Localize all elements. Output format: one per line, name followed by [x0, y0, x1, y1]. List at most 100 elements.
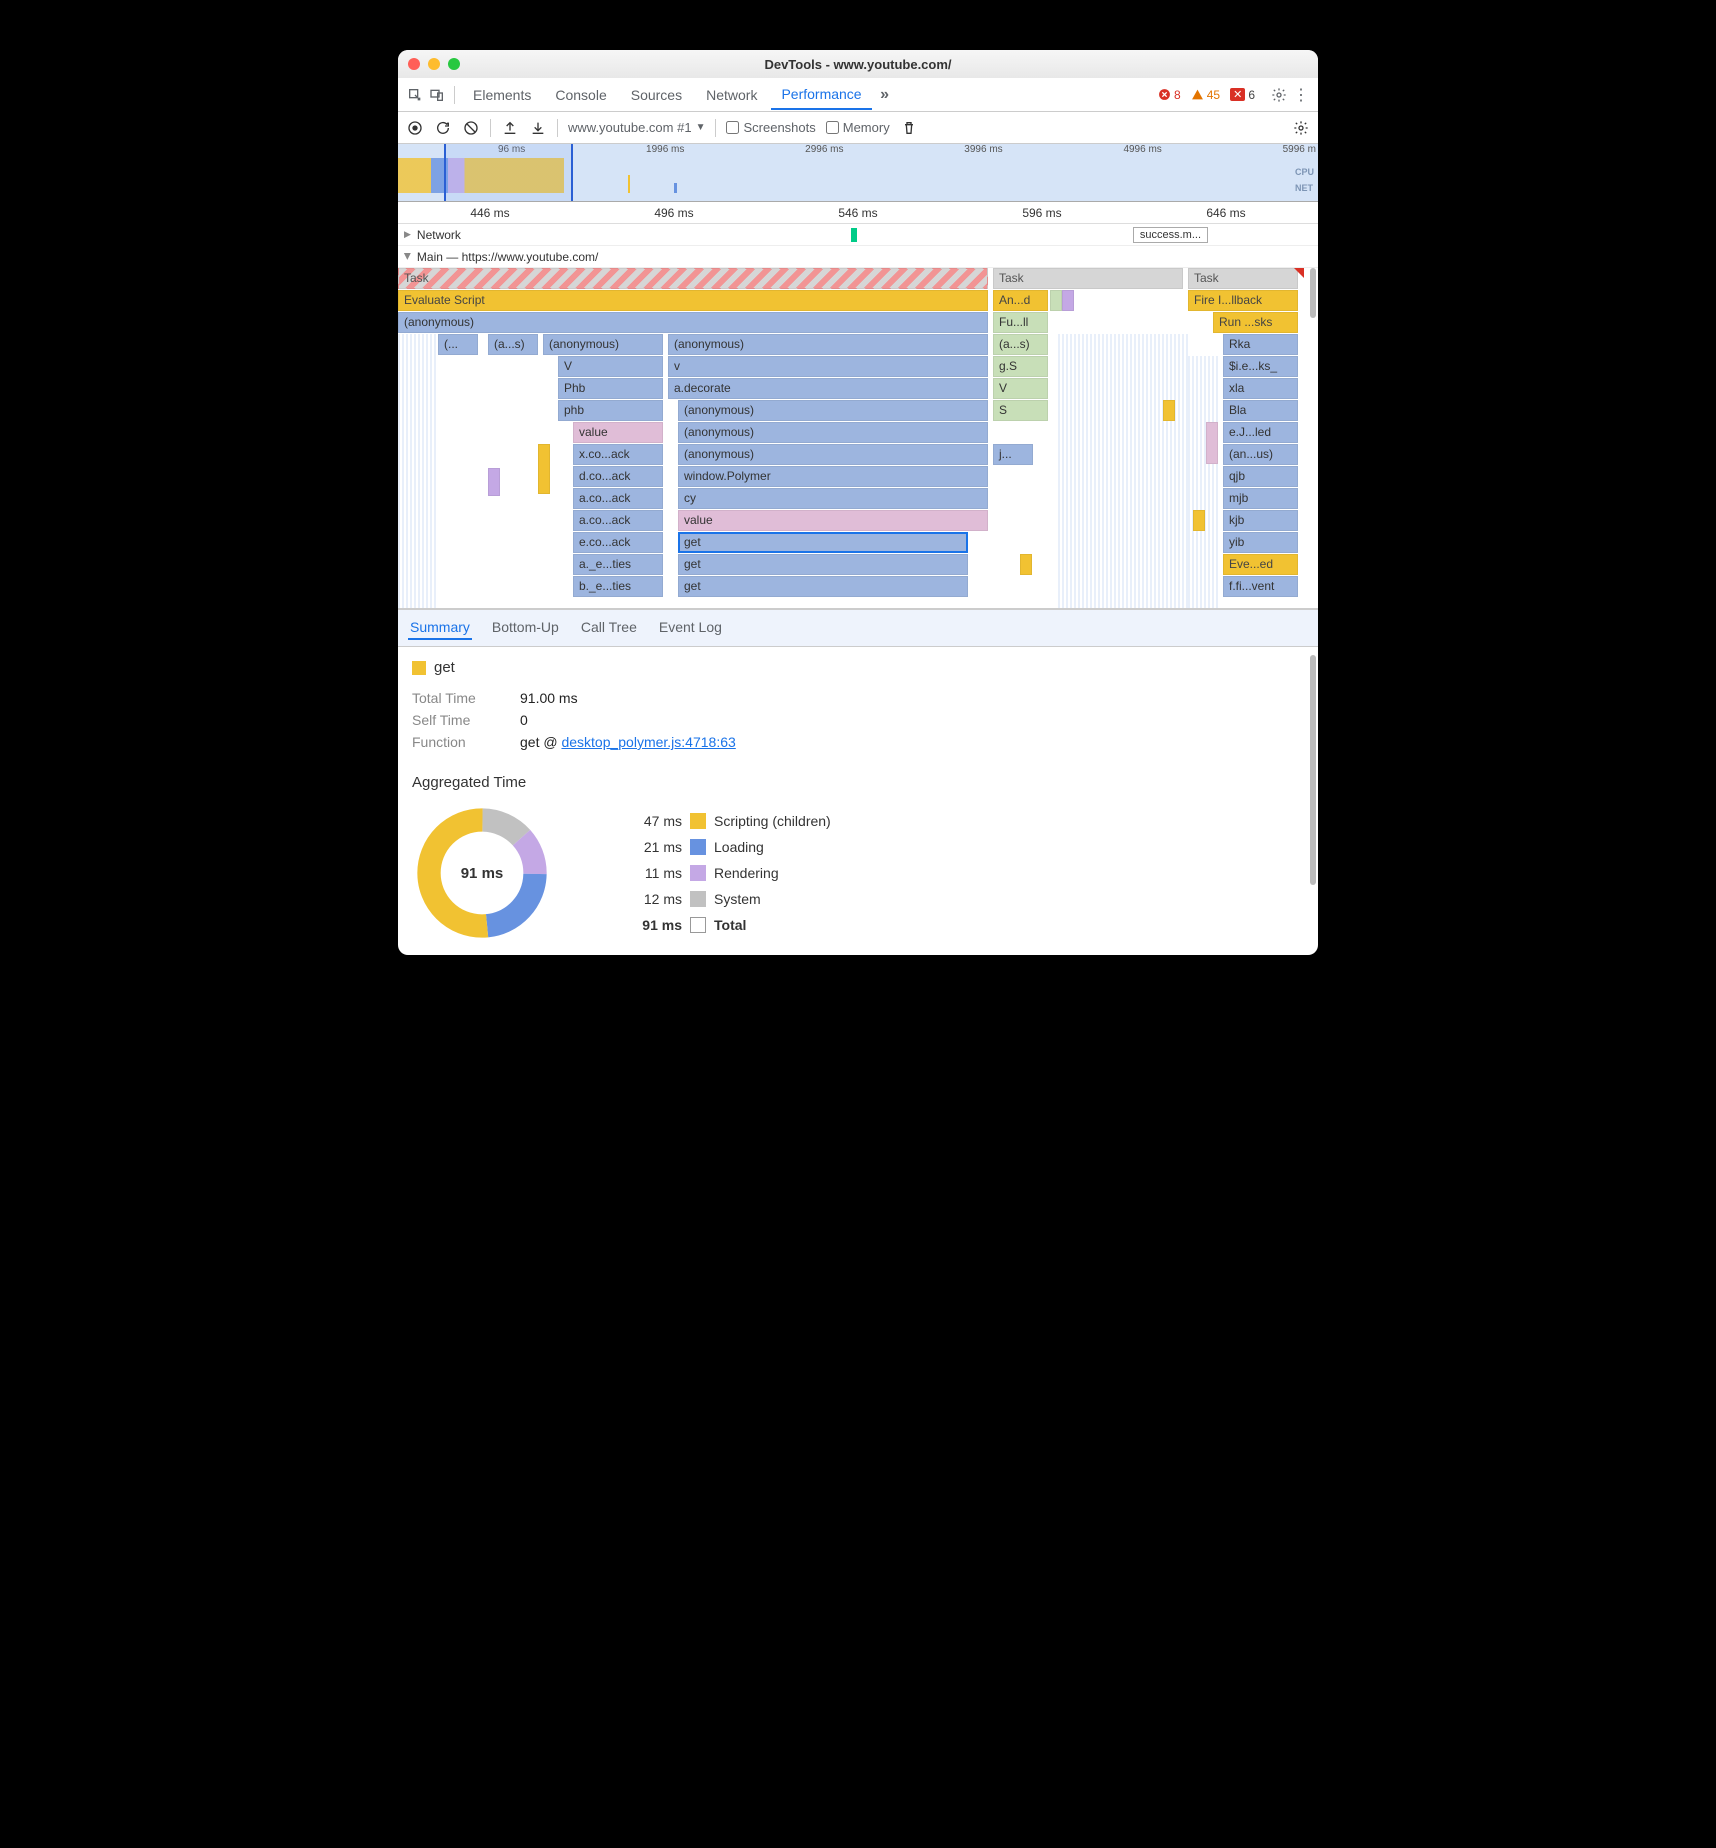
flame-entry[interactable]: (... [438, 334, 478, 355]
flame-entry[interactable]: get [678, 576, 968, 597]
flame-entry[interactable]: (a...s) [993, 334, 1048, 355]
flame-entry[interactable]: a.decorate [668, 378, 988, 399]
device-icon[interactable] [428, 86, 446, 104]
zoom-icon[interactable] [448, 58, 460, 70]
flame-entry[interactable]: Rka [1223, 334, 1298, 355]
flame-entry[interactable]: Fu...ll [993, 312, 1048, 333]
flame-entry[interactable]: (anonymous) [678, 400, 988, 421]
tab-performance[interactable]: Performance [771, 80, 871, 110]
function-source-link[interactable]: desktop_polymer.js:4718:63 [561, 734, 735, 750]
flame-entry[interactable]: v [668, 356, 988, 377]
flame-entry[interactable]: mjb [1223, 488, 1298, 509]
critical-badge[interactable]: ✕6 [1230, 88, 1255, 102]
error-badge[interactable]: 8 [1158, 88, 1181, 102]
flame-entry[interactable]: V [993, 378, 1048, 399]
flame-entry[interactable]: kjb [1223, 510, 1298, 531]
network-track-header[interactable]: ▶ Network success.m... [398, 224, 1318, 246]
expand-icon[interactable]: ▶ [404, 229, 411, 240]
flame-entry[interactable]: V [558, 356, 663, 377]
tab-sources[interactable]: Sources [621, 81, 692, 109]
flame-task[interactable]: Task [993, 268, 1183, 289]
flame-entry[interactable]: value [678, 510, 988, 531]
flame-entry[interactable]: (anonymous) [668, 334, 988, 355]
flame-entry[interactable]: a.co...ack [573, 488, 663, 509]
tab-console[interactable]: Console [545, 81, 616, 109]
tab-event-log[interactable]: Event Log [657, 616, 724, 640]
flame-entry[interactable]: value [573, 422, 663, 443]
capture-settings-icon[interactable] [1292, 119, 1310, 137]
flame-entry[interactable]: Run ...sks [1213, 312, 1298, 333]
network-event[interactable] [851, 228, 857, 242]
flame-entry[interactable]: qjb [1223, 466, 1298, 487]
flame-task[interactable]: Task [398, 268, 988, 289]
flame-entry[interactable]: Bla [1223, 400, 1298, 421]
flame-entry[interactable]: yib [1223, 532, 1298, 553]
warning-badge[interactable]: 45 [1191, 88, 1220, 102]
main-track-header[interactable]: ▶ Main — https://www.youtube.com/ [398, 246, 1318, 268]
flame-entry[interactable]: g.S [993, 356, 1048, 377]
flame-evaluate-script[interactable]: Evaluate Script [398, 290, 988, 311]
flame-entry[interactable] [1193, 510, 1205, 531]
flame-anonymous[interactable]: (anonymous) [398, 312, 988, 333]
flame-entry[interactable]: phb [558, 400, 663, 421]
flame-ruler[interactable]: 446 ms 496 ms 546 ms 596 ms 646 ms [398, 202, 1318, 224]
flame-entry[interactable]: (anonymous) [543, 334, 663, 355]
flame-entry[interactable]: a._e...ties [573, 554, 663, 575]
scrollbar[interactable] [1310, 268, 1316, 318]
flame-entry[interactable] [1020, 554, 1032, 575]
flame-entry[interactable]: f.fi...vent [1223, 576, 1298, 597]
profile-select[interactable]: www.youtube.com #1▼ [568, 120, 705, 135]
inspect-icon[interactable] [406, 86, 424, 104]
flame-selected-get[interactable]: get [678, 532, 968, 553]
flame-entry[interactable]: (a...s) [488, 334, 538, 355]
timeline-overview[interactable]: 96 ms1996 ms 2996 ms3996 ms 4996 ms5996 … [398, 144, 1318, 202]
collapse-icon[interactable]: ▶ [402, 253, 413, 260]
flame-entry[interactable]: xla [1223, 378, 1298, 399]
tab-elements[interactable]: Elements [463, 81, 541, 109]
more-tabs-icon[interactable]: » [876, 86, 894, 104]
stop-icon[interactable] [462, 119, 480, 137]
flame-entry[interactable] [1163, 400, 1175, 421]
memory-checkbox[interactable]: Memory [826, 120, 890, 135]
flame-entry[interactable]: Phb [558, 378, 663, 399]
gc-icon[interactable] [900, 119, 918, 137]
flame-entry[interactable]: (anonymous) [678, 422, 988, 443]
flame-entry[interactable]: $i.e...ks_ [1223, 356, 1298, 377]
record-icon[interactable] [406, 119, 424, 137]
scrollbar[interactable] [1310, 655, 1316, 885]
flame-entry[interactable]: a.co...ack [573, 510, 663, 531]
flame-entry[interactable] [1050, 290, 1062, 311]
flame-entry[interactable] [538, 444, 550, 494]
upload-icon[interactable] [501, 119, 519, 137]
flame-entry[interactable]: b._e...ties [573, 576, 663, 597]
settings-icon[interactable] [1270, 86, 1288, 104]
flame-entry[interactable]: Fire I...llback [1188, 290, 1298, 311]
overview-selection[interactable] [444, 144, 573, 201]
screenshots-checkbox[interactable]: Screenshots [726, 120, 815, 135]
flame-entry[interactable]: x.co...ack [573, 444, 663, 465]
flame-entry[interactable]: d.co...ack [573, 466, 663, 487]
flame-entry[interactable]: e.co...ack [573, 532, 663, 553]
flame-entry[interactable]: An...d [993, 290, 1048, 311]
flame-task[interactable]: Task [1188, 268, 1298, 289]
flame-entry[interactable] [488, 468, 500, 496]
close-icon[interactable] [408, 58, 420, 70]
flame-entry[interactable]: cy [678, 488, 988, 509]
flame-entry[interactable]: (anonymous) [678, 444, 988, 465]
flame-entry[interactable]: get [678, 554, 968, 575]
flame-entry[interactable]: S [993, 400, 1048, 421]
tab-bottom-up[interactable]: Bottom-Up [490, 616, 561, 640]
flame-entry[interactable]: e.J...led [1223, 422, 1298, 443]
kebab-icon[interactable]: ⋮ [1292, 86, 1310, 104]
network-resource-chip[interactable]: success.m... [1133, 227, 1208, 243]
tab-network[interactable]: Network [696, 81, 767, 109]
flame-entry[interactable]: j... [993, 444, 1033, 465]
flame-entry[interactable]: Eve...ed [1223, 554, 1298, 575]
reload-icon[interactable] [434, 119, 452, 137]
flame-entry[interactable] [1062, 290, 1074, 311]
flame-chart[interactable]: Task Evaluate Script (anonymous) (... (a… [398, 268, 1318, 608]
tab-summary[interactable]: Summary [408, 616, 472, 640]
tab-call-tree[interactable]: Call Tree [579, 616, 639, 640]
download-icon[interactable] [529, 119, 547, 137]
flame-entry[interactable]: window.Polymer [678, 466, 988, 487]
